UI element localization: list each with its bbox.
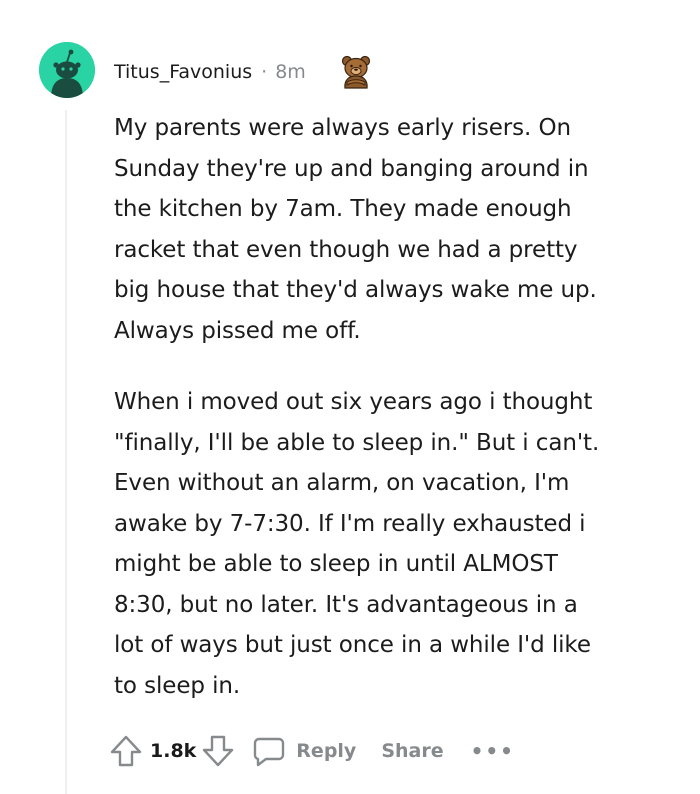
avatar[interactable] — [39, 42, 95, 98]
thread-line[interactable] — [65, 110, 67, 794]
share-label: Share — [381, 740, 444, 762]
vote-count: 1.8k — [150, 740, 197, 762]
separator-dot: · — [261, 61, 268, 83]
bear-award-icon[interactable] — [340, 55, 372, 89]
timestamp[interactable]: 8m — [275, 61, 306, 83]
reply-button[interactable]: Reply — [252, 735, 356, 767]
chat-bubble-icon — [254, 737, 285, 767]
reply-label: Reply — [296, 740, 357, 762]
author-name[interactable]: Titus_Favonius — [114, 61, 252, 83]
upvote-arrow-icon — [110, 735, 142, 767]
comment-header: Titus_Favonius · 8m — [114, 57, 306, 87]
share-button[interactable]: Share — [381, 740, 443, 762]
more-dots-icon: ••• — [470, 739, 515, 763]
comment-body: My parents were always early risers. On … — [114, 108, 674, 706]
downvote-button[interactable] — [202, 734, 234, 768]
more-options-button[interactable]: ••• — [471, 739, 515, 763]
snoo-avatar-icon — [39, 42, 95, 98]
comment-actions: 1.8k Reply Share ••• — [110, 731, 515, 771]
comment: Titus_Favonius · 8m My parents were alwa… — [0, 0, 700, 794]
upvote-button[interactable] — [110, 734, 142, 768]
downvote-arrow-icon — [203, 735, 234, 767]
comment-paragraph-1: My parents were always early risers. On … — [114, 115, 597, 344]
comment-paragraph-2: When i moved out six years ago i thought… — [114, 389, 600, 699]
